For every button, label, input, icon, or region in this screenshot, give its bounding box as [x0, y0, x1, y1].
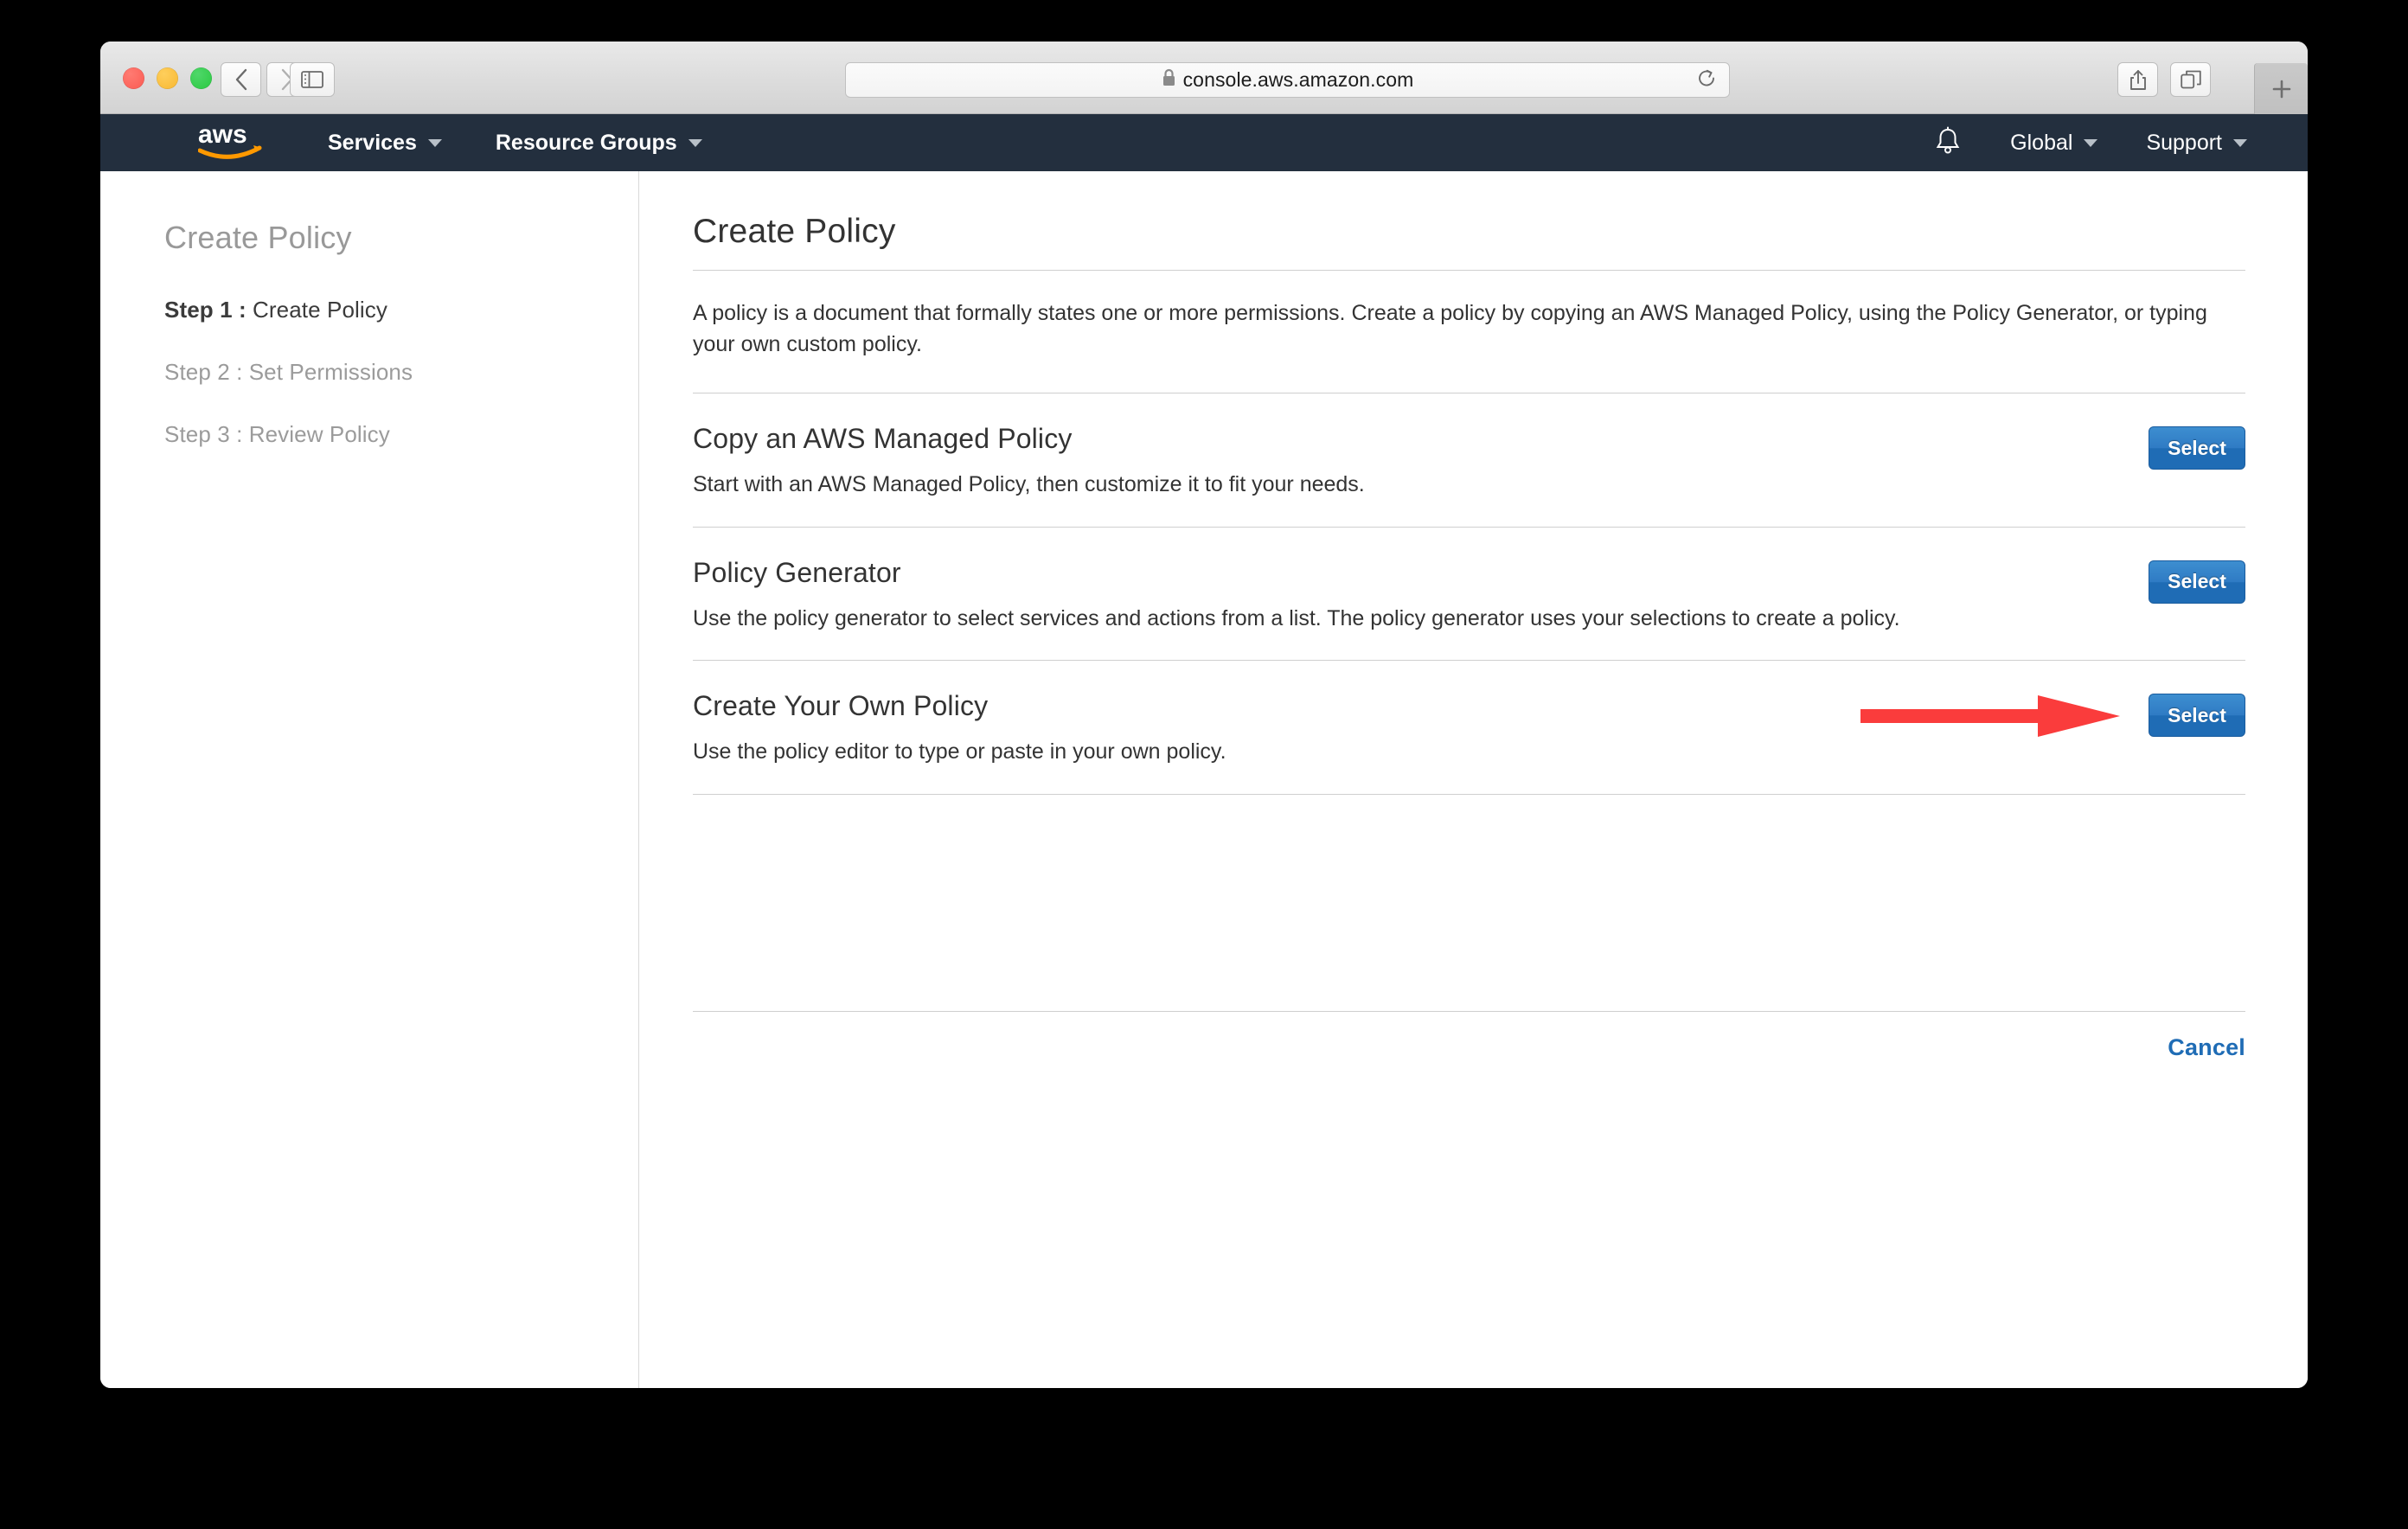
reload-icon[interactable] [1696, 67, 1717, 93]
tab-overview-button[interactable] [2170, 62, 2211, 97]
sidebar-toggle-button[interactable] [290, 62, 335, 97]
window-controls [123, 67, 212, 89]
sidebar-step-1[interactable]: Step 1 : Create Policy [164, 297, 638, 323]
option-row-policy-generator: Policy Generator Use the policy generato… [693, 528, 2245, 661]
cancel-link[interactable]: Cancel [2168, 1034, 2245, 1061]
sidebar-step-3-number: Step 3 : [164, 421, 243, 447]
option-description-policy-generator: Use the policy generator to select servi… [693, 605, 1900, 630]
option-title-policy-generator: Policy Generator [693, 556, 901, 588]
nav-region-selector[interactable]: Global [2010, 130, 2098, 156]
sidebar-step-1-number: Step 1 : [164, 297, 247, 323]
nav-resource-groups-label: Resource Groups [495, 130, 677, 155]
close-window-button[interactable] [123, 67, 144, 89]
back-button[interactable] [221, 62, 261, 97]
sidebar-toggle-icon [301, 71, 323, 88]
new-tab-button[interactable] [2254, 63, 2308, 114]
annotation-arrow-icon [1860, 695, 2120, 737]
plus-icon [2272, 80, 2290, 98]
nav-resource-groups[interactable]: Resource Groups [496, 131, 702, 156]
share-icon [2129, 68, 2148, 91]
lock-icon [1162, 68, 1176, 92]
notification-bell-icon[interactable] [1934, 126, 1962, 160]
aws-top-navigation: aws Services Resource Groups Global Supp… [100, 114, 2308, 171]
sidebar-title: Create Policy [164, 220, 352, 255]
option-title-create-your-own-policy: Create Your Own Policy [693, 690, 989, 721]
option-row-copy-managed-policy: Copy an AWS Managed Policy Start with an… [693, 393, 2245, 527]
page-title: Create Policy [693, 213, 896, 250]
svg-text:aws: aws [198, 121, 247, 149]
sidebar-step-3[interactable]: Step 3 : Review Policy [164, 421, 638, 448]
nav-region-label: Global [2010, 130, 2073, 155]
address-bar[interactable]: console.aws.amazon.com [845, 62, 1730, 98]
nav-support-label: Support [2146, 130, 2222, 155]
minimize-window-button[interactable] [157, 67, 178, 89]
select-button-create-your-own-policy[interactable]: Select [2149, 694, 2245, 737]
page-description: A policy is a document that formally sta… [693, 301, 2207, 356]
chevron-down-icon [427, 138, 442, 147]
option-row-create-your-own-policy: Create Your Own Policy Use the policy ed… [693, 661, 2245, 794]
aws-logo[interactable]: aws [197, 120, 262, 165]
url-text: console.aws.amazon.com [1182, 68, 1414, 91]
nav-services-label: Services [328, 130, 417, 155]
chevron-down-icon [2084, 138, 2098, 147]
nav-services[interactable]: Services [328, 131, 442, 156]
browser-window: console.aws.amazon.com aws Services Reso… [100, 42, 2308, 1388]
sidebar-step-3-label: Review Policy [242, 421, 390, 447]
maximize-window-button[interactable] [190, 67, 212, 89]
aws-nav-right-group: Global Support [1934, 126, 2247, 160]
browser-toolbar: console.aws.amazon.com [100, 42, 2308, 114]
sidebar-step-1-label: Create Policy [246, 297, 387, 323]
sidebar-step-2-label: Set Permissions [242, 359, 413, 385]
main-content: Create Policy A policy is a document tha… [639, 171, 2308, 1388]
browser-toolbar-actions [2117, 62, 2211, 97]
select-button-copy-managed-policy[interactable]: Select [2149, 426, 2245, 470]
sidebar-step-2[interactable]: Step 2 : Set Permissions [164, 359, 638, 386]
footer-spacer: Cancel [693, 795, 2245, 1061]
footer-actions: Cancel [693, 1012, 2245, 1061]
option-description-create-your-own-policy: Use the policy editor to type or paste i… [693, 739, 1226, 764]
chevron-down-icon [2233, 138, 2247, 147]
option-description-copy-managed-policy: Start with an AWS Managed Policy, then c… [693, 472, 1365, 496]
chevron-left-icon [234, 68, 249, 91]
nav-support[interactable]: Support [2146, 131, 2247, 156]
tab-overview-icon [2180, 70, 2201, 89]
chevron-down-icon [688, 138, 702, 147]
option-title-copy-managed-policy: Copy an AWS Managed Policy [693, 423, 1073, 454]
sidebar-step-2-number: Step 2 : [164, 359, 243, 385]
wizard-sidebar: Create Policy Step 1 : Create Policy Ste… [100, 171, 639, 1388]
share-button[interactable] [2117, 62, 2158, 97]
page-body: Create Policy Step 1 : Create Policy Ste… [100, 171, 2308, 1388]
select-button-policy-generator[interactable]: Select [2149, 560, 2245, 604]
